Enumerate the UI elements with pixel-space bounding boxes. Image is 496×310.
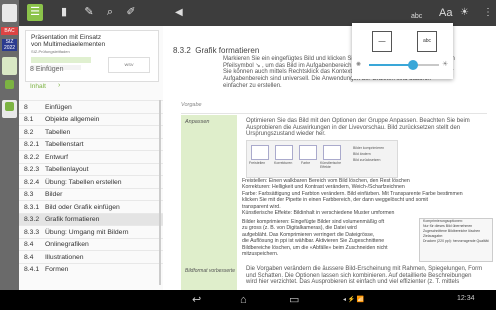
brightness-slider-thumb[interactable] <box>408 60 419 70</box>
freistellen-icon <box>251 145 269 160</box>
search-icon[interactable]: ⌕ <box>102 4 118 21</box>
library-item[interactable] <box>2 57 17 75</box>
toc-item[interactable]: 8.4 Onlinegrafiken <box>19 237 163 251</box>
toc-scrollbar[interactable] <box>159 100 161 285</box>
toc-item-label: Übung: Tabellen erstellen <box>45 178 122 186</box>
reader-mode-plain-button[interactable]: — <box>372 31 392 52</box>
reader-mode-text-button[interactable]: abc <box>417 31 437 52</box>
cover-title-line1: Präsentation mit Einsatz <box>31 34 102 41</box>
toc-item-label: Bilder <box>45 191 63 198</box>
toc-item-label: Tabellenstart <box>45 141 84 148</box>
brightness-low-icon: ✺ <box>356 62 362 68</box>
siz-badge[interactable]: SIZ 2022 <box>2 39 17 51</box>
clock: 12:34 <box>457 295 475 302</box>
compress-dialog-image: Komprimierungsoptionen: Nur für dieses B… <box>419 218 493 262</box>
home-icon[interactable]: ⌂ <box>240 292 247 308</box>
cover-decoration <box>31 57 91 63</box>
toc-item-label: Objekte allgemein <box>45 116 100 123</box>
divider <box>181 113 487 114</box>
toc-item-label: Entwurf <box>45 153 69 161</box>
library-rail: BAC SIZ 2022 <box>0 0 19 290</box>
brightness-slider[interactable] <box>369 60 439 70</box>
toc-item[interactable]: 8.3.3 Übung: Umgang mit Bildern <box>19 225 163 238</box>
toc-item[interactable]: 8.2.2 Entwurf <box>19 150 163 163</box>
arrow-left-icon[interactable]: ◀ <box>175 5 183 21</box>
overflow-menu-icon[interactable]: ⋮ <box>483 5 493 21</box>
vorgabe-label: Vorgabe <box>181 102 202 108</box>
toc-item-label: Übung: Umgang mit Bildern <box>45 228 129 236</box>
brightness-icon[interactable]: ☀ <box>460 5 469 21</box>
toc-item[interactable]: 8.2 Tabellen <box>19 125 163 138</box>
toc-item-label: Illustrationen <box>45 253 84 261</box>
bottom-paragraph: Die Vorgaben verändern die äussere Bild-… <box>246 266 483 286</box>
toc-list: 8 Einfügen 8.1 Objekte allgemein 8.2 Tabellen… <box>19 100 163 275</box>
bac-badge: BAC <box>1 27 18 35</box>
recents-icon[interactable]: ▭ <box>289 292 299 308</box>
farbe-icon <box>299 145 317 160</box>
anpassen-label: Anpassen <box>185 119 210 125</box>
anpassen-paragraph: Optimieren Sie das Bild mit den Optionen… <box>246 118 470 138</box>
bullet-komprimieren: Bilder komprimieren: Eingefügte Bilder s… <box>242 219 388 258</box>
toc-item[interactable]: 8.3 Bilder <box>19 187 163 201</box>
toc-item[interactable]: 8.1 Objekte allgemein <box>19 112 163 126</box>
toc-item-label: Tabellen <box>45 128 71 136</box>
toc-item-label: Bild oder Grafik einfügen <box>45 203 120 211</box>
section-heading: 8.3.2 Grafik formatieren <box>173 46 260 55</box>
toc-item[interactable]: 8.3.2 Grafik formatieren <box>19 212 163 225</box>
toc-item-label: Formen <box>45 266 69 273</box>
toc-item[interactable]: 8.3.1 Bild oder Grafik einfügen <box>19 200 163 213</box>
back-icon[interactable]: ↩ <box>192 292 201 308</box>
toc-item-label: Tabellenlayout <box>45 166 89 173</box>
toc-item-label: Grafik formatieren <box>45 216 100 223</box>
toc-item[interactable]: 8.4 Illustrationen <box>19 250 163 263</box>
bookmark-icon[interactable]: ▮ <box>56 4 72 21</box>
ribbon-image: Freistellen Korrekturen Farbe Künstleris… <box>246 140 398 178</box>
link-icon[interactable] <box>5 102 14 111</box>
hamburger-icon[interactable]: ☰ <box>27 4 43 21</box>
display-settings-popup: — abc ✺ ☀ <box>352 23 453 79</box>
publisher-logo: WSV <box>108 57 150 73</box>
pencil-icon[interactable]: ✎ <box>81 4 97 21</box>
inhalt-link[interactable]: Inhalt <box>30 83 46 90</box>
toc-item[interactable]: 8.2.3 Tabellenlayout <box>19 162 163 176</box>
font-size-icon[interactable]: Aa <box>439 5 452 21</box>
green-doc-icon[interactable] <box>5 80 14 89</box>
system-nav-bar: ↩ ⌂ ▭ ◂ ⚡ 📶 12:34 <box>0 290 496 310</box>
chapter-label: 8 Einfügen <box>30 66 64 73</box>
toc-item[interactable]: 8.4.1 Formen <box>19 262 163 276</box>
cover-subtitle: SIZ-Prüfungsleitfaden <box>31 49 70 54</box>
brightness-high-icon: ☀ <box>442 61 449 68</box>
toc-item[interactable]: 8.2.4 Übung: Tabellen erstellen <box>19 175 163 188</box>
toc-item-label: Einfügen <box>45 103 72 111</box>
chevron-right-icon: › <box>58 82 61 89</box>
left-toolbar: ☰ ▮ ✎ ⌕ ✐ <box>19 0 163 26</box>
brightness-slider-fill <box>369 64 414 66</box>
bildformat-sidebox: Bildformat vorbesserte <box>181 263 237 290</box>
effekte-icon <box>323 145 341 160</box>
book-cover[interactable]: Präsentation mit Einsatz von Multimediae… <box>25 30 159 82</box>
anpassen-sidebox: Anpassen <box>181 115 237 263</box>
cover-title-line2: von Multimediaelementen <box>31 41 106 48</box>
toc-item[interactable]: 8.2.1 Tabellenstart <box>19 137 163 151</box>
edit-icon[interactable]: ✐ <box>123 4 139 21</box>
ribbon-menu: Bilder komprimieren Bild ändern Bild zur… <box>353 146 385 162</box>
korrekturen-icon <box>275 145 293 160</box>
toc-item-label: Onlinegrafiken <box>45 241 89 248</box>
toc-item[interactable]: 8 Einfügen <box>19 100 163 113</box>
status-icons: ◂ ⚡ 📶 <box>343 297 365 303</box>
bullet-list: Freistellen: Einen walkbaren Bereich vom… <box>242 178 463 217</box>
library-item[interactable] <box>2 4 17 22</box>
